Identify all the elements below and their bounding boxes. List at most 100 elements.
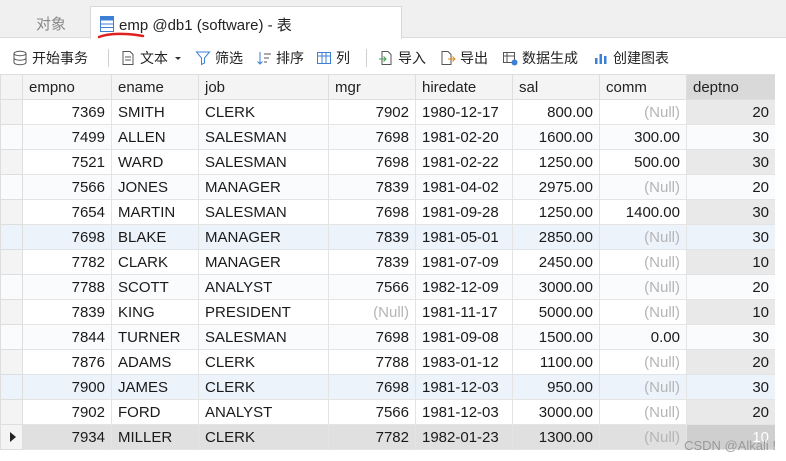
cell-comm[interactable]: (Null) [599,174,687,200]
column-header-mgr[interactable]: mgr [328,74,416,100]
column-header-comm[interactable]: comm [599,74,687,100]
import-button[interactable]: 导入 [378,48,426,68]
row-indicator[interactable] [0,424,23,450]
column-header-hiredate[interactable]: hiredate [415,74,513,100]
row-indicator[interactable] [0,249,23,275]
cell-mgr[interactable]: 7698 [328,149,416,175]
row-indicator[interactable] [0,349,23,375]
cell-job[interactable]: CLERK [198,349,329,375]
cell-empno[interactable]: 7499 [22,124,112,150]
cell-ename[interactable]: ADAMS [111,349,199,375]
table-row[interactable]: 7521 WARD SALESMAN 7698 1981-02-22 1250.00 500… [0,149,776,175]
cell-empno[interactable]: 7782 [22,249,112,275]
cell-mgr[interactable]: 7566 [328,399,416,425]
cell-empno[interactable]: 7654 [22,199,112,225]
cell-sal[interactable]: 1250.00 [512,199,600,225]
cell-hiredate[interactable]: 1981-04-02 [415,174,513,200]
row-indicator[interactable] [0,299,23,325]
cell-ename[interactable]: SMITH [111,99,199,125]
cell-hiredate[interactable]: 1981-11-17 [415,299,513,325]
cell-empno[interactable]: 7839 [22,299,112,325]
column-header-ename[interactable]: ename [111,74,199,100]
table-row[interactable]: 7369 SMITH CLERK 7902 1980-12-17 800.00 (Null)… [0,99,776,125]
cell-sal[interactable]: 2850.00 [512,224,600,250]
column-header-job[interactable]: job [198,74,329,100]
cell-ename[interactable]: JONES [111,174,199,200]
cell-sal[interactable]: 1100.00 [512,349,600,375]
generate-data-button[interactable]: 数据生成 [502,48,578,68]
cell-ename[interactable]: CLARK [111,249,199,275]
table-row[interactable]: 7900 JAMES CLERK 7698 1981-12-03 950.00 (Null)… [0,374,776,400]
cell-ename[interactable]: JAMES [111,374,199,400]
cell-mgr[interactable]: 7698 [328,124,416,150]
cell-mgr[interactable]: 7839 [328,174,416,200]
table-row[interactable]: 7844 TURNER SALESMAN 7698 1981-09-08 1500.00 0… [0,324,776,350]
cell-empno[interactable]: 7934 [22,424,112,450]
cell-job[interactable]: CLERK [198,374,329,400]
row-indicator[interactable] [0,99,23,125]
table-row[interactable]: 7902 FORD ANALYST 7566 1981-12-03 3000.00 (Nul… [0,399,776,425]
cell-job[interactable]: SALESMAN [198,199,329,225]
cell-comm[interactable]: (Null) [599,274,687,300]
column-header-deptno[interactable]: deptno [686,74,776,100]
table-row[interactable]: 7876 ADAMS CLERK 7788 1983-01-12 1100.00 (Null… [0,349,776,375]
cell-comm[interactable]: (Null) [599,249,687,275]
cell-hiredate[interactable]: 1981-02-22 [415,149,513,175]
export-button[interactable]: 导出 [440,48,488,68]
cell-sal[interactable]: 800.00 [512,99,600,125]
filter-button[interactable]: 筛选 [195,48,243,68]
cell-deptno[interactable]: 10 [686,299,776,325]
cell-empno[interactable]: 7900 [22,374,112,400]
cell-empno[interactable]: 7844 [22,324,112,350]
cell-mgr[interactable]: (Null) [328,299,416,325]
cell-sal[interactable]: 3000.00 [512,399,600,425]
row-indicator[interactable] [0,149,23,175]
cell-comm[interactable]: (Null) [599,99,687,125]
cell-ename[interactable]: WARD [111,149,199,175]
cell-sal[interactable]: 1300.00 [512,424,600,450]
cell-empno[interactable]: 7876 [22,349,112,375]
cell-job[interactable]: ANALYST [198,274,329,300]
cell-comm[interactable]: 500.00 [599,149,687,175]
row-indicator[interactable] [0,174,23,200]
cell-mgr[interactable]: 7839 [328,224,416,250]
cell-comm[interactable]: (Null) [599,224,687,250]
cell-empno[interactable]: 7902 [22,399,112,425]
cell-deptno[interactable]: 30 [686,199,776,225]
cell-ename[interactable]: TURNER [111,324,199,350]
vertical-scrollbar[interactable] [775,74,786,461]
table-row[interactable]: 7566 JONES MANAGER 7839 1981-04-02 2975.00 (Nu… [0,174,776,200]
cell-deptno[interactable]: 30 [686,374,776,400]
cell-deptno[interactable]: 30 [686,124,776,150]
cell-job[interactable]: CLERK [198,424,329,450]
cell-ename[interactable]: FORD [111,399,199,425]
cell-comm[interactable]: 0.00 [599,324,687,350]
cell-hiredate[interactable]: 1981-09-08 [415,324,513,350]
cell-comm[interactable]: 300.00 [599,124,687,150]
cell-hiredate[interactable]: 1981-09-28 [415,199,513,225]
cell-job[interactable]: MANAGER [198,249,329,275]
cell-sal[interactable]: 950.00 [512,374,600,400]
column-header-sal[interactable]: sal [512,74,600,100]
table-row[interactable]: 7788 SCOTT ANALYST 7566 1982-12-09 3000.00 (Nu… [0,274,776,300]
row-indicator[interactable] [0,199,23,225]
cell-deptno[interactable]: 20 [686,274,776,300]
tab-emp-table[interactable]: emp @db1 (software) - 表 [90,6,402,39]
cell-hiredate[interactable]: 1982-12-09 [415,274,513,300]
sort-button[interactable]: 排序 [256,48,304,68]
table-row[interactable]: 7499 ALLEN SALESMAN 7698 1981-02-20 1600.00 30… [0,124,776,150]
cell-hiredate[interactable]: 1983-01-12 [415,349,513,375]
begin-transaction-button[interactable]: 开始事务 [12,48,88,68]
cell-deptno[interactable]: 20 [686,174,776,200]
cell-sal[interactable]: 2450.00 [512,249,600,275]
cell-job[interactable]: CLERK [198,99,329,125]
cell-comm[interactable]: (Null) [599,299,687,325]
row-indicator[interactable] [0,374,23,400]
cell-mgr[interactable]: 7698 [328,199,416,225]
cell-hiredate[interactable]: 1981-02-20 [415,124,513,150]
cell-ename[interactable]: KING [111,299,199,325]
cell-hiredate[interactable]: 1980-12-17 [415,99,513,125]
cell-sal[interactable]: 5000.00 [512,299,600,325]
cell-comm[interactable]: (Null) [599,349,687,375]
column-header-empno[interactable]: empno [22,74,112,100]
